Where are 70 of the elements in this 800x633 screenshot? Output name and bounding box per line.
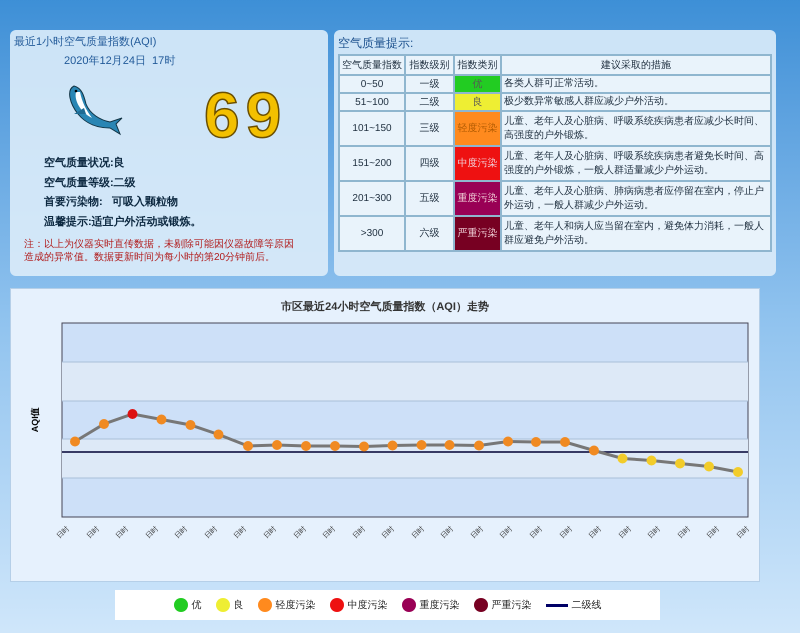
table-cell: 51~100 [339, 93, 405, 111]
data-point [156, 414, 166, 424]
axis-label: AQI值 [29, 407, 42, 432]
data-point [301, 440, 311, 450]
table-cell: 0~50 [339, 75, 405, 93]
data-point [675, 458, 685, 468]
category-cell: 严重污染 [454, 216, 501, 251]
table-cell: 101~150 [339, 111, 405, 146]
data-point [444, 440, 454, 450]
status-line: 首要污染物: 可吸入颗粒物 [44, 194, 179, 210]
table-cell: 二级 [405, 93, 454, 111]
table-cell: 三级 [405, 111, 454, 146]
category-cell: 优 [454, 75, 501, 93]
table-cell: 各类人群可正常活动。 [501, 75, 771, 93]
table-cell: 极少数异常敏感人群应减少户外活动。 [501, 93, 771, 111]
panel-title: 最近1小时空气质量指数(AQI) [14, 34, 158, 50]
panel-title: 空气质量提示: [338, 35, 414, 52]
legend-label: 优 [192, 598, 202, 612]
table-cell: 一级 [405, 75, 454, 93]
data-point [99, 418, 109, 428]
table-cell: 儿童、老年人及心脏病、肺病病患者应停留在室内，停止户外运动，一般人群减少户外运动。 [501, 181, 771, 216]
data-point [214, 429, 224, 439]
table-cell: >300 [339, 216, 405, 251]
table-cell: 六级 [405, 216, 454, 251]
status-line: 空气质量状况:良 [44, 156, 126, 171]
data-point [128, 408, 138, 418]
column-header: 空气质量指数 [339, 55, 405, 75]
data-point [560, 436, 570, 446]
table-cell: 儿童、老年人及心脏病、呼吸系统疾病患者应减少长时间、高强度的户外锻炼。 [501, 111, 771, 146]
legend-label: 良 [234, 598, 244, 612]
data-point [70, 436, 80, 446]
column-header: 指数级别 [405, 55, 454, 75]
table-cell: 儿童、老年人和病人应当留在室内，避免体力消耗，一般人群应避免户外活动。 [501, 216, 771, 251]
category-cell: 轻度污染 [454, 111, 501, 146]
chart-title: 市区最近24小时空气质量指数（AQI）走势 [281, 300, 489, 315]
data-point [330, 440, 340, 450]
category-cell: 良 [454, 93, 501, 111]
legend-label: 轻度污染 [276, 598, 316, 612]
data-point [243, 440, 253, 450]
data-point [416, 440, 426, 450]
aqi-value: 69 [204, 83, 288, 147]
table-cell: 儿童、老年人及心脏病、呼吸系统疾病患者避免长时间、高强度的户外锻炼，一般人群适量减少户外运动。 [501, 146, 771, 181]
data-point [474, 440, 484, 450]
data-point [359, 441, 369, 451]
table-cell: 201~300 [339, 181, 405, 216]
data-point [646, 455, 656, 465]
data-point [531, 436, 541, 446]
data-point [618, 453, 628, 463]
data-point [503, 436, 513, 446]
legend-label: 中度污染 [348, 598, 388, 612]
data-point [733, 466, 743, 476]
category-cell: 重度污染 [454, 181, 501, 216]
status-line: 温馨提示:适宜户外活动或锻炼。 [44, 214, 203, 230]
category-cell: 中度污染 [454, 146, 501, 181]
data-point [272, 440, 282, 450]
data-point [388, 440, 398, 450]
timestamp: 2020年12月24日 17时 [64, 54, 176, 68]
table-cell: 151~200 [339, 146, 405, 181]
table-cell: 五级 [405, 181, 454, 216]
data-point [186, 420, 196, 430]
column-header: 建议采取的措施 [501, 55, 771, 75]
data-point [704, 461, 714, 471]
table-cell: 四级 [405, 146, 454, 181]
column-header: 指数类别 [454, 55, 501, 75]
legend-label: 二级线 [572, 598, 602, 612]
legend-label: 重度污染 [420, 598, 460, 612]
data-note: 注：以上为仪器实时直传数据，未剔除可能因仪器故障等原因造成的异常值。数据更新时间为每小时的第20分钟前后。 [24, 238, 294, 264]
data-point [589, 445, 599, 455]
legend-label: 严重污染 [492, 598, 532, 612]
status-line: 空气质量等级:二级 [44, 176, 137, 190]
